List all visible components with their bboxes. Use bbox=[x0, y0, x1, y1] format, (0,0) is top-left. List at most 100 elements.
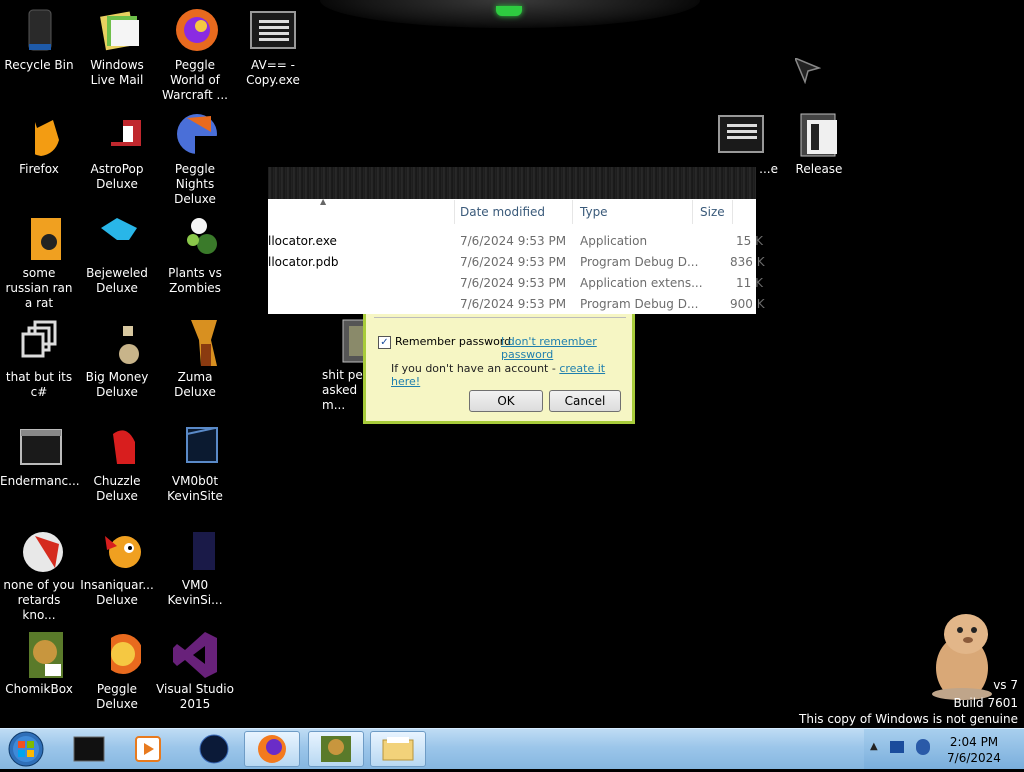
desktop-icon-chuzzle[interactable]: Chuzzle Deluxe bbox=[78, 424, 156, 504]
desktop-icon-that-but-its-csharp[interactable]: that but its c# bbox=[0, 320, 78, 400]
desktop-icon-label: AstroPop Deluxe bbox=[90, 162, 144, 191]
explorer-folder-icon bbox=[382, 737, 414, 761]
desktop-icon-astropop[interactable]: AstroPop Deluxe bbox=[78, 112, 156, 192]
file-date: 7/6/2024 9:53 PM bbox=[460, 297, 567, 311]
desktop-icon-label: that but its c# bbox=[5, 370, 73, 399]
desktop-icon-firefox[interactable]: Firefox bbox=[0, 112, 78, 177]
file-size: 11 K bbox=[736, 276, 763, 290]
desktop-icon-release[interactable]: Release bbox=[780, 112, 858, 177]
clock-time: 2:04 PM bbox=[949, 735, 999, 749]
file-size: 15 K bbox=[736, 234, 763, 248]
desktop-icon-label: Plants vs Zombies bbox=[168, 266, 222, 295]
taskbar-firefox[interactable] bbox=[244, 731, 300, 767]
taskbar-explorer[interactable] bbox=[370, 731, 426, 767]
folder-icon bbox=[795, 112, 843, 158]
astropop-icon bbox=[93, 112, 141, 158]
desktop-icon-label: Big Money Deluxe bbox=[85, 370, 149, 399]
chuzzle-icon bbox=[93, 424, 141, 470]
start-button[interactable] bbox=[6, 730, 46, 772]
desktop-icon-zuma[interactable]: Zuma Deluxe bbox=[156, 320, 234, 400]
desktop-icon-peggle-wow[interactable]: Peggle World of Warcraft ... bbox=[156, 8, 234, 103]
forgot-password-link[interactable]: I don't remember password bbox=[501, 335, 632, 361]
desktop-icon-vm0b0t-kevinsite[interactable]: VM0b0t KevinSite bbox=[156, 424, 234, 504]
desktop-icon-none-of-you[interactable]: none of you retards kno... bbox=[0, 528, 78, 623]
desktop-icon-label: Zuma Deluxe bbox=[174, 370, 216, 399]
windows-stack-icon bbox=[15, 320, 63, 366]
desktop-icon-visual-studio[interactable]: Visual Studio 2015 bbox=[156, 632, 234, 712]
desktop-icon-label: Bejeweled Deluxe bbox=[86, 266, 148, 295]
watermark-line2: Build 7601 bbox=[953, 696, 1018, 710]
app-icon bbox=[15, 528, 63, 574]
volume-icon[interactable] bbox=[916, 739, 930, 755]
wallpaper-top-glow bbox=[320, 0, 700, 28]
visual-studio-icon bbox=[171, 632, 219, 678]
taskbar-globe[interactable] bbox=[186, 731, 242, 767]
desktop-icon-label: Peggle Nights Deluxe bbox=[174, 162, 216, 206]
desktop-icon-endermanc[interactable]: Endermanc... bbox=[0, 424, 80, 489]
plant-icon bbox=[171, 216, 219, 262]
windows-orb-icon bbox=[8, 731, 44, 767]
tray-expand-icon[interactable]: ▲ bbox=[870, 741, 878, 752]
folder-icon bbox=[321, 318, 370, 364]
desktop-icon-recycle-bin[interactable]: Recycle Bin bbox=[0, 8, 78, 73]
file-size: 900 K bbox=[730, 297, 765, 311]
desktop-icon-chomikbox[interactable]: ChomikBox bbox=[0, 632, 78, 697]
media-player-icon bbox=[135, 736, 161, 762]
desktop-icon-label: Chuzzle Deluxe bbox=[93, 474, 141, 503]
desktop-icon-plants-vs-zombies[interactable]: Plants vs Zombies bbox=[156, 216, 234, 296]
desktop-icon-av-copy[interactable]: AV== - Copy.exe bbox=[234, 8, 312, 88]
desktop-icon-label: VM0 KevinSi... bbox=[167, 578, 223, 607]
column-divider[interactable] bbox=[732, 200, 733, 224]
desktop-icon-vm0-kevinsi[interactable]: VM0 KevinSi... bbox=[156, 528, 234, 608]
explorer-window: ▲ Date modified Type Size llocator.exe 7… bbox=[268, 167, 765, 314]
hamster-image bbox=[928, 604, 1008, 708]
file-name: llocator.exe bbox=[268, 234, 337, 248]
column-divider[interactable] bbox=[572, 200, 573, 224]
console-icon bbox=[717, 112, 765, 158]
desktop-icon-label: Visual Studio 2015 bbox=[156, 682, 234, 711]
file-type: Application extens... bbox=[580, 276, 703, 290]
remember-password-checkbox[interactable]: ✓ bbox=[378, 336, 391, 349]
taskbar-media-player[interactable] bbox=[122, 731, 178, 767]
network-icon[interactable] bbox=[890, 741, 904, 753]
desktop-icon-bejeweled[interactable]: Bejeweled Deluxe bbox=[78, 216, 156, 296]
desktop-icon-big-money[interactable]: Big Money Deluxe bbox=[78, 320, 156, 400]
column-header-date[interactable]: Date modified bbox=[460, 205, 545, 219]
not-genuine-text: This copy of Windows is not genuine bbox=[799, 712, 1018, 726]
desktop-icon-label: ChomikBox bbox=[5, 682, 73, 696]
peggle-icon bbox=[93, 632, 143, 678]
cmd-icon bbox=[73, 736, 105, 762]
desktop-icon-label: Peggle Deluxe bbox=[96, 682, 138, 711]
chomikbox-icon bbox=[15, 632, 75, 678]
file-name: llocator.pdb bbox=[268, 255, 339, 269]
file-date: 7/6/2024 9:53 PM bbox=[460, 276, 567, 290]
desktop-icon-peggle-nights[interactable]: Peggle Nights Deluxe bbox=[156, 112, 234, 207]
cancel-button[interactable]: Cancel bbox=[549, 390, 621, 412]
file-type: Program Debug D... bbox=[580, 297, 699, 311]
globe-icon bbox=[199, 734, 229, 764]
column-header-size[interactable]: Size bbox=[700, 205, 725, 219]
desktop-icon-label: none of you retards kno... bbox=[3, 578, 75, 622]
desktop-icon-label: AV== - Copy.exe bbox=[246, 58, 300, 87]
column-header-type[interactable]: Type bbox=[580, 205, 608, 219]
desktop-icon-label: Peggle World of Warcraft ... bbox=[162, 58, 228, 102]
taskbar-clock[interactable]: 2:04 PM 7/6/2024 bbox=[944, 734, 1004, 766]
fish-icon bbox=[93, 528, 141, 574]
desktop-icon-some-russian[interactable]: some russian ran a rat bbox=[0, 216, 78, 311]
desktop-icon-label: Insaniquar... Deluxe bbox=[80, 578, 154, 607]
column-divider[interactable] bbox=[454, 200, 455, 224]
app-icon bbox=[15, 216, 63, 262]
ok-button[interactable]: OK bbox=[469, 390, 543, 412]
column-divider[interactable] bbox=[692, 200, 693, 224]
explorer-toolbar bbox=[268, 167, 756, 199]
desktop-icon-peggle-deluxe[interactable]: Peggle Deluxe bbox=[78, 632, 156, 712]
recycle-bin-icon bbox=[15, 8, 63, 54]
firefox-icon bbox=[15, 112, 63, 158]
taskbar-chomikbox[interactable] bbox=[308, 731, 364, 767]
desktop-icon-windows-live-mail[interactable]: Windows Live Mail bbox=[78, 8, 156, 88]
desktop-icon-insaniquarium[interactable]: Insaniquar... Deluxe bbox=[78, 528, 156, 608]
peggle-icon bbox=[171, 8, 219, 54]
taskbar-cmd[interactable] bbox=[62, 731, 118, 767]
no-account-text: If you don't have an account - create it… bbox=[391, 362, 632, 388]
console-icon bbox=[171, 424, 219, 470]
